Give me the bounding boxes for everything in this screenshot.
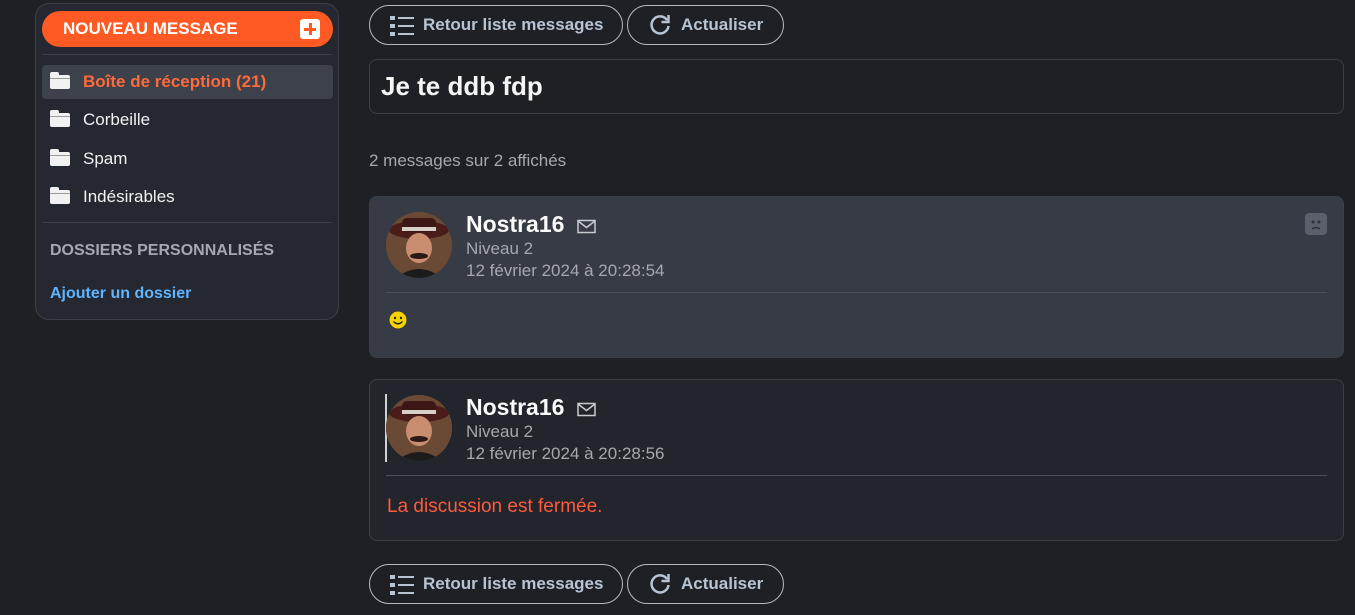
divider — [42, 54, 332, 55]
author-level: Niveau 2 — [466, 239, 534, 258]
discussion-closed-notice: La discussion est fermée. — [387, 496, 603, 517]
author-level: Niveau 2 — [466, 422, 534, 441]
folder-undesirables[interactable]: Indésirables — [42, 180, 333, 214]
divider — [386, 292, 1327, 293]
list-icon — [390, 16, 414, 36]
author-name[interactable]: Nostra16 — [466, 211, 564, 238]
folder-label: Corbeille — [83, 110, 151, 129]
back-to-list-button[interactable]: Retour liste messages — [369, 564, 623, 604]
divider — [42, 222, 332, 223]
message-card: Nostra16 Niveau 2 12 février 2024 à 20:2… — [369, 379, 1344, 541]
avatar[interactable] — [386, 395, 452, 461]
back-label: Retour liste messages — [423, 15, 604, 34]
refresh-button[interactable]: Actualiser — [627, 564, 784, 604]
report-icon[interactable] — [1305, 213, 1327, 235]
divider — [386, 475, 1327, 476]
folder-inbox[interactable]: Boîte de réception (21) — [42, 65, 333, 99]
mail-icon[interactable] — [577, 402, 596, 417]
folder-icon — [50, 72, 70, 89]
folder-trash[interactable]: Corbeille — [42, 103, 333, 137]
thread-subject: Je te ddb fdp — [369, 59, 1344, 114]
list-icon — [390, 575, 414, 595]
folder-spam[interactable]: Spam — [42, 142, 333, 176]
message-date: 12 février 2024 à 20:28:56 — [466, 444, 665, 463]
folder-label: Spam — [83, 149, 128, 168]
new-message-label: NOUVEAU MESSAGE — [63, 19, 238, 38]
refresh-icon — [650, 574, 670, 594]
folder-label: Boîte de réception (21) — [83, 72, 267, 91]
message-count: 2 messages sur 2 affichés — [369, 151, 567, 170]
mail-icon[interactable] — [577, 219, 596, 234]
back-label: Retour liste messages — [423, 574, 604, 593]
message-card: Nostra16 Niveau 2 12 février 2024 à 20:2… — [369, 196, 1344, 358]
folder-label: Indésirables — [83, 187, 175, 206]
folder-icon — [50, 110, 70, 127]
avatar[interactable] — [386, 212, 452, 278]
message-date: 12 février 2024 à 20:28:54 — [466, 261, 665, 280]
refresh-icon — [650, 15, 670, 35]
refresh-label: Actualiser — [681, 574, 764, 593]
folder-icon — [50, 149, 70, 166]
refresh-label: Actualiser — [681, 15, 764, 34]
new-message-button[interactable]: NOUVEAU MESSAGE — [42, 11, 333, 47]
sidebar: NOUVEAU MESSAGE Boîte de réception (21) … — [35, 3, 339, 320]
plus-icon — [300, 19, 320, 39]
custom-folders-title: DOSSIERS PERSONNALISÉS — [50, 242, 275, 259]
add-folder-link[interactable]: Ajouter un dossier — [50, 285, 191, 303]
smiley-icon — [388, 310, 408, 330]
author-name[interactable]: Nostra16 — [466, 394, 564, 421]
refresh-button[interactable]: Actualiser — [627, 5, 784, 45]
folder-icon — [50, 187, 70, 204]
back-to-list-button[interactable]: Retour liste messages — [369, 5, 623, 45]
